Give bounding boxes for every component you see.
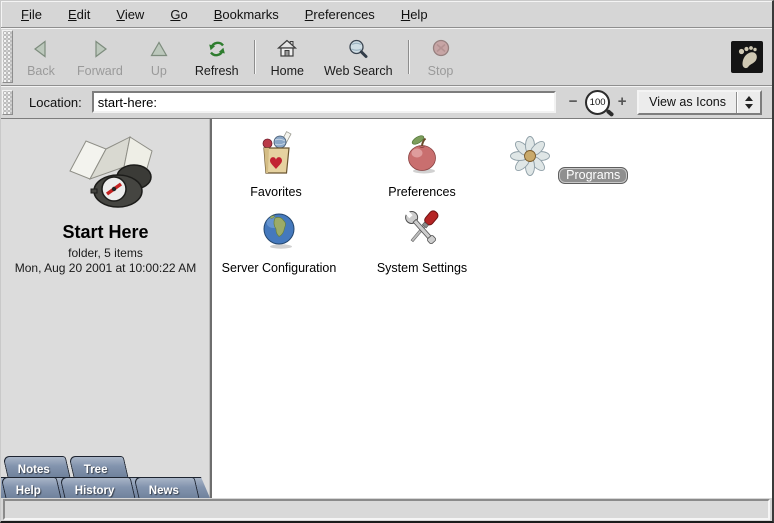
tools-icon (398, 205, 446, 253)
icon-system-settings[interactable]: System Settings (356, 205, 488, 275)
view-mode-select[interactable]: View as Icons (637, 90, 762, 115)
locationbar-grip-handle[interactable] (2, 90, 13, 115)
location-label: Location: (29, 95, 82, 110)
home-button[interactable]: Home (261, 28, 314, 85)
location-bar: Location: − 100 + View as Icons (1, 86, 772, 119)
icon-label: Preferences (356, 185, 488, 199)
home-icon (276, 37, 298, 61)
menu-preferences[interactable]: Preferences (293, 3, 387, 26)
tab-news[interactable]: News (133, 477, 199, 498)
web-search-button[interactable]: Web Search (314, 28, 403, 85)
zoom-in-button[interactable]: + (615, 95, 629, 109)
icon-preferences[interactable]: Preferences (356, 129, 488, 199)
icon-label: System Settings (356, 261, 488, 275)
back-icon (30, 37, 52, 61)
icon-server-configuration[interactable]: Server Configuration (213, 205, 345, 275)
sidebar-folder-info: folder, 5 items (1, 246, 210, 260)
icon-label: Programs (558, 167, 628, 184)
status-bar (3, 499, 770, 520)
toolbar: Back Forward Up Refresh (1, 28, 772, 86)
zoom-out-button[interactable]: − (566, 95, 580, 109)
forward-button[interactable]: Forward (67, 28, 133, 85)
stop-button[interactable]: Stop (415, 28, 467, 85)
gnome-foot-throbber-icon[interactable] (731, 41, 763, 73)
tab-notes[interactable]: Notes (3, 456, 71, 477)
menu-help[interactable]: Help (389, 3, 440, 26)
view-mode-value: View as Icons (649, 95, 726, 109)
stop-icon (430, 37, 452, 61)
flower-icon (506, 131, 554, 179)
nautilus-window: File Edit View Go Bookmarks Preferences … (0, 0, 774, 523)
location-input[interactable] (92, 91, 556, 113)
sidebar-tab-row-1: Notes Tree (1, 456, 210, 477)
icon-favorites[interactable]: Favorites (212, 129, 342, 199)
web-search-icon (347, 37, 369, 61)
toolbar-separator (254, 40, 256, 74)
view-mode-spinner-icon (742, 96, 756, 109)
menu-bar: File Edit View Go Bookmarks Preferences … (1, 1, 772, 28)
up-button[interactable]: Up (133, 28, 185, 85)
icon-view[interactable]: Favorites Preferences (212, 119, 772, 498)
globe-icon (255, 205, 303, 253)
map-compass-icon (46, 200, 166, 217)
sidebar-tab-row-2: Help History News (1, 477, 210, 498)
up-icon (148, 37, 170, 61)
icon-label: Server Configuration (213, 261, 345, 275)
sidebar-tab-rows: Notes Tree Help History News (1, 456, 210, 498)
apple-icon (398, 129, 446, 177)
icon-programs[interactable]: Programs (501, 131, 633, 184)
content-area: Start Here folder, 5 items Mon, Aug 20 2… (1, 119, 772, 498)
refresh-button[interactable]: Refresh (185, 28, 249, 85)
menu-go[interactable]: Go (158, 3, 199, 26)
back-button[interactable]: Back (15, 28, 67, 85)
tab-tree[interactable]: Tree (69, 456, 129, 477)
tab-history[interactable]: History (59, 477, 134, 498)
sidebar-title: Start Here (1, 222, 210, 243)
refresh-icon (206, 37, 228, 61)
sidebar-date-info: Mon, Aug 20 2001 at 10:00:22 AM (1, 261, 210, 275)
sidebar-info: Start Here folder, 5 items Mon, Aug 20 2… (1, 119, 210, 456)
forward-icon (89, 37, 111, 61)
tab-help[interactable]: Help (1, 477, 61, 498)
menu-bookmarks[interactable]: Bookmarks (202, 3, 291, 26)
menu-file[interactable]: File (9, 3, 54, 26)
menu-view[interactable]: View (104, 3, 156, 26)
view-mode-divider (736, 92, 738, 113)
menu-edit[interactable]: Edit (56, 3, 102, 26)
toolbar-separator (408, 40, 410, 74)
toolbar-grip-handle[interactable] (2, 30, 13, 83)
favorites-bag-icon (252, 129, 300, 177)
sidebar-panel: Start Here folder, 5 items Mon, Aug 20 2… (1, 119, 212, 498)
zoom-control: − 100 + (566, 90, 629, 115)
icon-label: Favorites (212, 185, 342, 199)
zoom-level-indicator[interactable]: 100 (585, 90, 610, 115)
